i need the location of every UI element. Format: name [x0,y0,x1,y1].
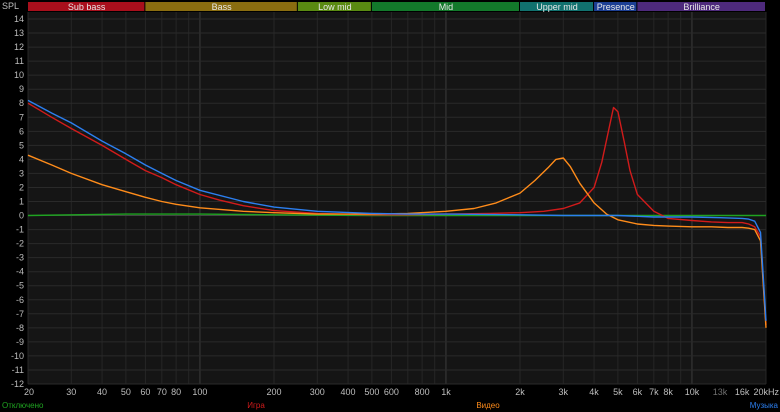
x-tick-label: 200 [266,387,281,397]
band-label: Presence [597,2,635,12]
legend-entry: Отключено [2,401,44,410]
x-tick-label: 20kHz [753,387,779,397]
legend-entry: Музыка [750,401,779,410]
y-tick-label: -6 [16,295,24,305]
x-tick-label: 5k [613,387,623,397]
x-tick-label: 6k [633,387,643,397]
band-label: Bass [212,2,233,12]
y-tick-label: 14 [14,14,24,24]
x-tick-label: 500 [364,387,379,397]
x-tick-label: 800 [415,387,430,397]
x-tick-label: 7k [649,387,659,397]
y-tick-label: -9 [16,337,24,347]
y-tick-label: 6 [19,126,24,136]
y-tick-label: 10 [14,70,24,80]
frequency-response-chart: 14 13 12 11 10 9 8 7 6 5 4 3 2 1 0 -1 -2 -3 -4 -5 -6 -7 -8 -9 -1… [0,0,780,412]
y-tick-label: -2 [16,239,24,249]
y-tick-label: 9 [19,84,24,94]
chart-svg: 14131211109876543210-1-2-3-4-5-6-7-8-9-1… [2,1,779,410]
y-tick-label: -3 [16,253,24,263]
y-tick-label: -7 [16,309,24,319]
y-tick-label: 5 [19,140,24,150]
y-tick-label: 12 [14,42,24,52]
x-tick-label: 600 [384,387,399,397]
x-tick-label: 40 [97,387,107,397]
band-label: Sub bass [68,2,106,12]
y-tick-label: 11 [15,56,24,66]
x-tick-label: 60 [140,387,150,397]
x-tick-label: 400 [341,387,356,397]
x-tick-label: 70 [157,387,167,397]
x-tick-label: 1k [441,387,451,397]
y-tick-label: -10 [11,351,24,361]
y-tick-label: 4 [19,154,24,164]
y-tick-label: -5 [16,281,24,291]
y-tick-label: -1 [16,225,24,235]
y-tick-label: 7 [19,112,24,122]
y-tick-label: 3 [19,168,24,178]
x-tick-label: 30 [66,387,76,397]
band-label: Upper mid [536,2,578,12]
x-tick-label: 300 [310,387,325,397]
y-tick-label: 1 [19,197,24,207]
y-tick-label: 2 [19,182,24,192]
y-tick-label: 8 [19,98,24,108]
x-tick-label: 2k [515,387,525,397]
legend-entry: Видео [476,401,500,410]
y-tick-label: -4 [16,267,24,277]
y-tick-label: -12 [11,379,24,389]
x-tick-label: 3k [559,387,569,397]
x-tick-label: 4k [589,387,599,397]
band-label: Mid [439,2,454,12]
y-tick-label: 13 [14,28,24,38]
x-tick-label: 10k [685,387,700,397]
x-tick-label: 80 [171,387,181,397]
x-tick-label: 16k [735,387,750,397]
x-tick-label: 8k [663,387,673,397]
y-tick-label: -11 [12,365,24,375]
legend-entry: Игра [247,401,265,410]
y-tick-label: 0 [19,211,24,221]
band-label: Brilliance [683,2,720,12]
y-axis-label: SPL [2,1,19,11]
y-tick-label: -8 [16,323,24,333]
x-tick-label: 100 [192,387,207,397]
band-label: Low mid [318,2,352,12]
x-tick-label: 20 [24,387,34,397]
x-tick-label: 13k [713,387,728,397]
x-tick-label: 50 [121,387,131,397]
